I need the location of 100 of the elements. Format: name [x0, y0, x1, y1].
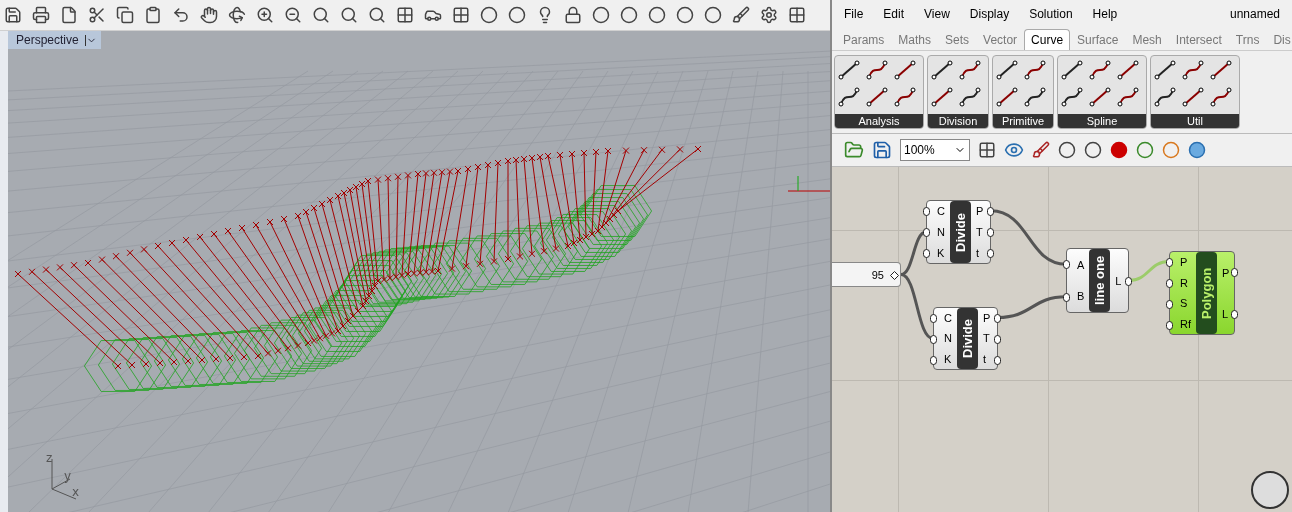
save-icon[interactable]	[872, 140, 892, 160]
category-tab[interactable]: Params	[836, 29, 892, 50]
curve-tool-icon[interactable]	[1182, 59, 1204, 81]
pan-icon[interactable]	[200, 6, 218, 24]
category-tab[interactable]: Curve	[1024, 29, 1071, 50]
output-port[interactable]	[1231, 268, 1238, 277]
curve-tool-icon[interactable]	[996, 86, 1018, 108]
curve-tool-icon[interactable]	[1024, 59, 1046, 81]
output-port[interactable]	[1231, 310, 1238, 319]
curve-tool-icon[interactable]	[931, 86, 953, 108]
cut-icon[interactable]	[88, 6, 106, 24]
viewport-tab[interactable]: Perspective	[8, 31, 101, 49]
output-port[interactable]	[987, 206, 994, 216]
curve-tool-icon[interactable]	[1154, 59, 1176, 81]
curve-tool-icon[interactable]	[1154, 86, 1176, 108]
input-label: K	[944, 352, 952, 365]
output-port[interactable]	[994, 355, 1001, 365]
curve-tool-icon[interactable]	[1061, 86, 1083, 108]
curve-tool-icon[interactable]	[838, 59, 860, 81]
curve-tool-icon[interactable]	[894, 86, 916, 108]
output-label: L	[1222, 307, 1230, 320]
curve-tool-icon[interactable]	[894, 59, 916, 81]
copy-icon[interactable]	[116, 6, 134, 24]
panel-label[interactable]: Division	[928, 114, 988, 128]
gear-icon[interactable]	[760, 6, 778, 24]
input-port[interactable]	[1063, 260, 1070, 270]
input-port[interactable]	[923, 228, 930, 237]
viewports-icon[interactable]	[396, 6, 414, 24]
input-port[interactable]	[1166, 257, 1173, 267]
curve-tool-icon[interactable]	[1089, 59, 1111, 81]
menu-item[interactable]: View	[924, 7, 950, 21]
number-slider[interactable]: 95	[832, 262, 901, 287]
category-tab[interactable]: Vector	[976, 29, 1025, 50]
curve-tool-icon[interactable]	[1182, 86, 1204, 108]
output-port[interactable]	[994, 313, 1001, 323]
new-file-icon[interactable]	[60, 6, 78, 24]
input-label: P	[1180, 256, 1189, 269]
curve-tool-icon[interactable]	[1089, 86, 1111, 108]
category-tab[interactable]: Maths	[891, 29, 939, 50]
menu-item[interactable]: Edit	[883, 7, 905, 21]
curve-tool-icon[interactable]	[1117, 86, 1139, 108]
category-tab[interactable]: Trns	[1228, 29, 1267, 50]
input-port[interactable]	[1166, 320, 1173, 330]
menu-item[interactable]: Display	[969, 7, 1010, 21]
curve-tool-icon[interactable]	[959, 59, 981, 81]
undo-icon[interactable]	[172, 6, 190, 24]
output-port[interactable]	[1125, 276, 1132, 286]
curve-tool-icon[interactable]	[866, 59, 888, 81]
grid-icon[interactable]	[452, 6, 470, 24]
input-port[interactable]	[1063, 292, 1070, 302]
zoom-out-icon[interactable]	[284, 6, 302, 24]
slider-thumb[interactable]	[889, 271, 899, 280]
caret-icon[interactable]	[84, 34, 97, 46]
category-tab[interactable]: Sets	[938, 29, 977, 50]
category-tab[interactable]: Intersect	[1168, 29, 1229, 50]
paste-icon[interactable]	[144, 6, 162, 24]
input-port[interactable]	[923, 206, 930, 216]
zoom-in-icon[interactable]	[256, 6, 274, 24]
navigation-wheel-icon[interactable]	[1250, 470, 1290, 510]
curve-tool-icon[interactable]	[866, 86, 888, 108]
input-port[interactable]	[930, 355, 937, 365]
curve-tool-icon[interactable]	[1024, 86, 1046, 108]
category-tab[interactable]: Dis	[1266, 29, 1292, 50]
output-port[interactable]	[987, 249, 994, 259]
panel-label[interactable]: Util	[1151, 114, 1239, 128]
zoom-dropdown[interactable]: 100%	[900, 139, 970, 161]
curve-tool-icon[interactable]	[1117, 59, 1139, 81]
lock-icon[interactable]	[564, 6, 582, 24]
brush-icon[interactable]	[1032, 141, 1050, 159]
input-port[interactable]	[1166, 278, 1173, 288]
eye-icon[interactable]	[1004, 140, 1024, 160]
curve-tool-icon[interactable]	[931, 59, 953, 81]
circle-icon[interactable]	[480, 6, 498, 24]
panel-label[interactable]: Primitive	[993, 114, 1053, 128]
input-port[interactable]	[930, 334, 937, 344]
output-port[interactable]	[987, 228, 994, 237]
input-port[interactable]	[930, 313, 937, 323]
curve-tool-icon[interactable]	[838, 86, 860, 108]
menu-item[interactable]: Help	[1092, 7, 1118, 21]
open-icon[interactable]	[844, 140, 864, 160]
curve-tool-icon[interactable]	[996, 59, 1018, 81]
category-tab[interactable]: Surface	[1070, 29, 1126, 50]
menu-item[interactable]: File	[844, 7, 864, 21]
zoom-window-icon[interactable]	[312, 6, 330, 24]
save-icon[interactable]	[4, 6, 22, 24]
curve-tool-icon[interactable]	[1061, 59, 1083, 81]
category-tab[interactable]: Mesh	[1125, 29, 1169, 50]
output-port[interactable]	[994, 334, 1001, 344]
curve-tool-icon[interactable]	[959, 86, 981, 108]
print-icon[interactable]	[32, 6, 50, 24]
zoom-selected-icon[interactable]	[340, 6, 358, 24]
panel-label[interactable]: Spline	[1058, 114, 1146, 128]
input-port[interactable]	[1166, 299, 1173, 309]
output-label: t	[975, 246, 980, 259]
input-port[interactable]	[923, 249, 930, 259]
curve-tool-icon[interactable]	[1210, 59, 1232, 81]
panel-label[interactable]: Analysis	[835, 114, 923, 128]
rotate-icon[interactable]	[228, 6, 246, 24]
curve-tool-icon[interactable]	[1210, 86, 1232, 108]
menu-item[interactable]: Solution	[1029, 7, 1073, 21]
